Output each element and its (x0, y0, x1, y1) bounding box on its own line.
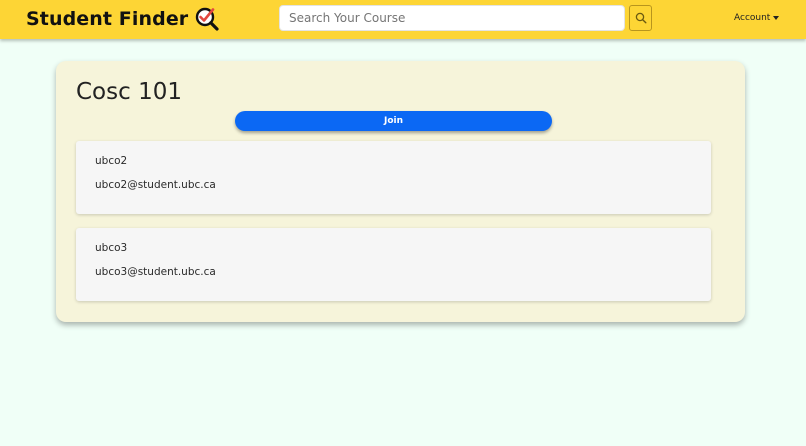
student-username: ubco3 (95, 242, 128, 254)
course-card: Cosc 101 Join ubco2 ubco2@student.ubc.ca… (56, 61, 745, 322)
navbar: Student Finder Account (0, 0, 806, 39)
caret-down-icon (773, 16, 780, 20)
brand[interactable]: Student Finder (26, 6, 220, 32)
student-card: ubco2 ubco2@student.ubc.ca (76, 141, 711, 214)
student-email: ubco2@student.ubc.ca (95, 179, 216, 191)
account-dropdown[interactable]: Account (734, 13, 780, 23)
search-icon (635, 12, 647, 24)
magnifier-checkmark-icon (196, 7, 219, 31)
student-email: ubco3@student.ubc.ca (95, 266, 216, 278)
account-label: Account (734, 13, 771, 23)
search-button[interactable] (629, 5, 652, 31)
search-input[interactable] (279, 5, 625, 31)
brand-name: Student Finder (26, 8, 189, 30)
student-card: ubco3 ubco3@student.ubc.ca (76, 228, 711, 301)
join-button[interactable]: Join (235, 111, 552, 131)
student-username: ubco2 (95, 155, 128, 167)
course-title: Cosc 101 (76, 79, 182, 105)
